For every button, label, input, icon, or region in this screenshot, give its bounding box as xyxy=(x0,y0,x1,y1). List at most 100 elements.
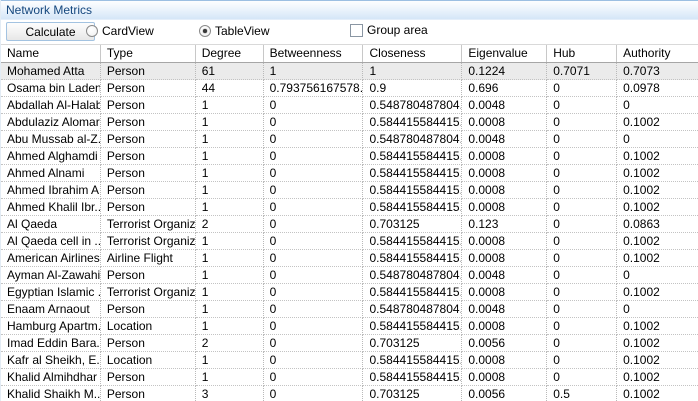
cell-betweenness: 0.793756167578... xyxy=(263,80,364,97)
cell-name: Ahmed Khalil Ibr... xyxy=(1,199,101,216)
cell-degree: 1 xyxy=(195,369,264,386)
cell-closeness: 0.584415584415... xyxy=(363,148,463,165)
column-header-degree[interactable]: Degree xyxy=(196,45,264,62)
table-row[interactable]: Abdallah Al-Halabi Person 1 0 0.548780487804… xyxy=(1,97,698,114)
calculate-button[interactable]: Calculate xyxy=(6,22,95,41)
column-header-type[interactable]: Type xyxy=(101,45,196,62)
cell-hub: 0 xyxy=(547,199,618,216)
cell-degree: 1 xyxy=(195,199,264,216)
table-row[interactable]: Khalid Almihdhar Person 1 0 0.584415584415..… xyxy=(1,369,698,386)
cell-hub: 0 xyxy=(547,352,618,369)
cell-name: Abdallah Al-Halabi xyxy=(1,97,101,114)
tableview-radio-option[interactable]: TableView xyxy=(199,24,269,38)
cell-authority: 0.1002 xyxy=(617,284,698,301)
table-row[interactable]: Egyptian Islamic ... Terrorist Organiz...… xyxy=(1,284,698,301)
cell-name: Ahmed Alghamdi xyxy=(1,148,101,165)
column-header-authority[interactable]: Authority xyxy=(617,45,698,62)
table-row[interactable]: Enaam Arnaout Person 1 0 0.548780487804... 0.… xyxy=(1,301,698,318)
table-row[interactable]: Al Qaeda cell in ... Terrorist Organiz...… xyxy=(1,233,698,250)
cell-hub: 0 xyxy=(547,335,618,352)
table-row[interactable]: American Airlines... Airline Flight 1 0 0.58… xyxy=(1,250,698,267)
table-row[interactable]: Kafr al Sheikh, E... Location 1 0 0.58441558… xyxy=(1,352,698,369)
table-row[interactable]: Ahmed Khalil Ibr... Person 1 0 0.58441558441… xyxy=(1,199,698,216)
table-row[interactable]: Ahmed Ibrahim A... Person 1 0 0.584415584415… xyxy=(1,182,698,199)
cell-authority: 0.1002 xyxy=(617,148,698,165)
cell-betweenness: 0 xyxy=(263,97,364,114)
cell-hub: 0 xyxy=(547,131,618,148)
cell-betweenness: 1 xyxy=(263,63,364,80)
cell-type: Person xyxy=(100,335,196,352)
table-row[interactable]: Abu Mussab al-Z... Person 1 0 0.548780487804… xyxy=(1,131,698,148)
cell-authority: 0 xyxy=(617,267,698,284)
cardview-radio-icon[interactable] xyxy=(86,25,98,37)
cell-name: Imad Eddin Bara... xyxy=(1,335,101,352)
cell-closeness: 0.584415584415... xyxy=(363,250,463,267)
cell-hub: 0 xyxy=(547,267,618,284)
cell-eigenvalue: 0.0008 xyxy=(462,250,548,267)
cell-type: Person xyxy=(100,165,196,182)
cell-eigenvalue: 0.0048 xyxy=(462,131,548,148)
cell-type: Location xyxy=(100,352,196,369)
table-row[interactable]: Ahmed Alnami Person 1 0 0.584415584415... 0.0… xyxy=(1,165,698,182)
cell-betweenness: 0 xyxy=(263,352,364,369)
group-area-checkbox-label[interactable]: Group area xyxy=(367,23,428,37)
cell-eigenvalue: 0.0008 xyxy=(462,199,548,216)
cell-closeness: 0.584415584415... xyxy=(363,318,463,335)
table-row[interactable]: Imad Eddin Bara... Person 2 0 0.703125 0.0056… xyxy=(1,335,698,352)
cardview-radio-option[interactable]: CardView xyxy=(86,24,154,38)
cell-degree: 61 xyxy=(195,63,264,80)
cell-name: Egyptian Islamic ... xyxy=(1,284,101,301)
table-row[interactable]: Abdulaziz Alomari Person 1 0 0.584415584415.… xyxy=(1,114,698,131)
table-row[interactable]: Khalid Shaikh M... Person 3 0 0.703125 0.0056… xyxy=(1,386,698,401)
cell-type: Location xyxy=(100,318,196,335)
cell-degree: 1 xyxy=(195,97,264,114)
cell-hub: 0.5 xyxy=(547,386,618,401)
cell-type: Terrorist Organiz... xyxy=(100,216,196,233)
cell-betweenness: 0 xyxy=(264,386,364,401)
cell-authority: 0.1002 xyxy=(617,233,698,250)
cell-name: Al Qaeda cell in ... xyxy=(1,233,101,250)
table-row[interactable]: Osama bin Laden Person 44 0.793756167578...… xyxy=(1,80,698,97)
cell-type: Person xyxy=(100,114,196,131)
cell-closeness: 0.703125 xyxy=(363,216,463,233)
table-row[interactable]: Ayman Al-Zawahiri Person 1 0 0.548780487804.… xyxy=(1,267,698,284)
column-header-betweenness[interactable]: Betweenness xyxy=(264,45,364,62)
cell-hub: 0 xyxy=(547,233,618,250)
cell-eigenvalue: 0.0008 xyxy=(462,369,548,386)
cell-betweenness: 0 xyxy=(263,165,364,182)
cell-eigenvalue: 0.0008 xyxy=(462,182,548,199)
group-area-checkbox-icon[interactable] xyxy=(350,23,363,37)
cell-type: Person xyxy=(100,182,196,199)
cell-eigenvalue: 0.0008 xyxy=(462,233,548,250)
cell-eigenvalue: 0.0008 xyxy=(462,352,548,369)
table-row[interactable]: Al Qaeda Terrorist Organiz... 2 0 0.703125 0.… xyxy=(1,216,698,233)
cell-authority: 0.1002 xyxy=(617,352,698,369)
table-row[interactable]: Ahmed Alghamdi Person 1 0 0.584415584415... 0… xyxy=(1,148,698,165)
cell-degree: 1 xyxy=(195,267,264,284)
column-header-eigenvalue[interactable]: Eigenvalue xyxy=(462,45,548,62)
cell-betweenness: 0 xyxy=(263,301,364,318)
cell-hub: 0 xyxy=(547,97,618,114)
column-header-hub[interactable]: Hub xyxy=(547,45,618,62)
cell-hub: 0 xyxy=(547,148,618,165)
cell-closeness: 0.584415584415... xyxy=(363,369,463,386)
table-row[interactable]: Mohamed Atta Person 61 1 1 0.1224 0.7071 0.7073 xyxy=(1,63,698,80)
cell-hub: 0 xyxy=(547,250,618,267)
cell-betweenness: 0 xyxy=(263,250,364,267)
column-header-name[interactable]: Name xyxy=(1,45,101,62)
cell-type: Person xyxy=(100,148,196,165)
cell-name: Hamburg Apartm... xyxy=(1,318,101,335)
cell-degree: 2 xyxy=(195,335,264,352)
cell-authority: 0.0978 xyxy=(617,80,698,97)
cell-name: Abdulaziz Alomari xyxy=(1,114,101,131)
cell-closeness: 0.703125 xyxy=(363,335,463,352)
cell-degree: 1 xyxy=(195,131,264,148)
cell-name: Abu Mussab al-Z... xyxy=(1,131,101,148)
tableview-radio-label[interactable]: TableView xyxy=(215,24,269,38)
cell-authority: 0.1002 xyxy=(617,199,698,216)
tableview-radio-icon[interactable] xyxy=(199,25,211,37)
group-area-checkbox-option[interactable]: Group area xyxy=(350,23,428,37)
table-row[interactable]: Hamburg Apartm... Location 1 0 0.58441558441… xyxy=(1,318,698,335)
column-header-closeness[interactable]: Closeness xyxy=(363,45,463,62)
cardview-radio-label[interactable]: CardView xyxy=(102,24,154,38)
